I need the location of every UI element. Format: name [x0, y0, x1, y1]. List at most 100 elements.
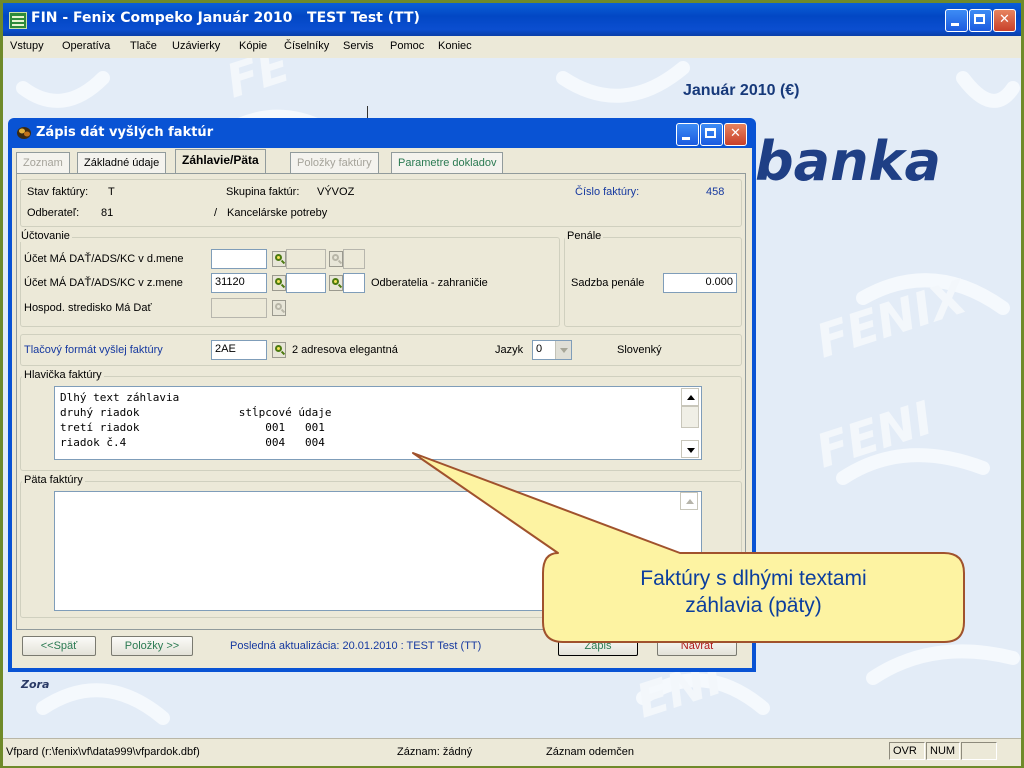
lookup-icon	[272, 251, 286, 267]
lookup-icon	[272, 275, 286, 291]
status-bar: Vfpard (r:\fenix\vf\data999\vfpardok.dbf…	[3, 738, 1021, 766]
ucet-dmena-input[interactable]	[211, 249, 267, 269]
header-line-1: Dlhý text záhlavia	[60, 391, 180, 404]
ucet-dmena-lookup[interactable]	[272, 251, 286, 267]
print-format-lookup[interactable]	[272, 342, 286, 358]
menu-kopie[interactable]: Kópie	[239, 40, 267, 52]
cislo-value: 458	[706, 186, 725, 198]
odberatel-label: Odberateľ:	[27, 207, 80, 219]
header-text-group: Hlavička faktúry Dlhý text záhlavia druh…	[20, 369, 742, 471]
minimize-button[interactable]	[945, 9, 968, 32]
dialog-title-bar[interactable]: Zápis dát vyšlých faktúr ✕	[8, 118, 756, 148]
app-icon	[9, 12, 27, 29]
menu-pomoc[interactable]: Pomoc	[390, 40, 424, 52]
jazyk-select[interactable]: 0	[532, 340, 572, 360]
header-line-4: riadok č.4 004 004	[60, 436, 325, 449]
uctovanie-group: Účtovanie Účet MÁ DAŤ/ADS/KC v d.mene Úč…	[19, 230, 560, 327]
scroll-down-icon[interactable]	[681, 440, 699, 458]
jazyk-name: Slovenký	[617, 344, 662, 356]
menu-uzavierky[interactable]: Uzávierky	[172, 40, 220, 52]
menu-ciselniky[interactable]: Číselníky	[284, 40, 329, 52]
save-button[interactable]: Zápis	[558, 636, 638, 656]
status-num: NUM	[926, 742, 960, 760]
maximize-icon	[705, 128, 716, 138]
menu-koniec[interactable]: Koniec	[438, 40, 472, 52]
close-icon: ✕	[999, 12, 1010, 27]
menu-tlace[interactable]: Tlače	[130, 40, 157, 52]
skupina-label: Skupina faktúr:	[226, 186, 300, 198]
tab-parametre-dokladov[interactable]: Parametre dokladov	[391, 152, 504, 173]
screen: FIN - Fenix Compeko Január 2010 TEST Tes…	[0, 0, 1024, 768]
dialog-minimize-button[interactable]	[676, 123, 699, 146]
close-button[interactable]: ✕	[993, 9, 1016, 32]
minimize-icon	[682, 137, 690, 140]
close-icon: ✕	[730, 126, 741, 141]
lookup-icon	[329, 251, 343, 267]
jazyk-value: 0	[536, 343, 543, 355]
invoice-info-group: Stav faktúry: T Skupina faktúr: VÝVOZ Čí…	[20, 179, 742, 227]
skupina-value: VÝVOZ	[317, 186, 355, 198]
ucet-zmena-ads-lookup[interactable]	[329, 275, 343, 291]
items-button[interactable]: Položky >>	[111, 636, 193, 656]
print-format-group: Tlačový formát vyšlej faktúry 2AE 2 adre…	[20, 334, 742, 366]
print-format-desc: 2 adresova elegantná	[292, 344, 398, 356]
callout-text: Faktúry s dlhými textami záhlavia (päty)	[545, 565, 962, 619]
menu-operativa[interactable]: Operatíva	[62, 40, 110, 52]
ucet-zmena-kc-input[interactable]	[343, 273, 365, 293]
back-button[interactable]: <<Späť	[22, 636, 96, 656]
hospod-stredisko-lookup	[272, 300, 286, 316]
jazyk-label: Jazyk	[495, 344, 524, 356]
scroll-thumb[interactable]	[681, 406, 699, 428]
hospod-stredisko-input	[211, 298, 267, 318]
brand-banka: banka	[755, 130, 941, 193]
ucet-dmena-kc-input	[343, 249, 365, 269]
return-button[interactable]: Návrat	[657, 636, 737, 656]
odberatel-value: 81	[101, 207, 114, 219]
maximize-icon	[974, 14, 985, 24]
lookup-icon	[329, 275, 343, 291]
ucet-zmena-desc: Odberatelia - zahraničie	[371, 277, 488, 289]
tab-panel: Stav faktúry: T Skupina faktúr: VÝVOZ Čí…	[16, 173, 746, 630]
zora-logo: Zora	[21, 678, 50, 691]
header-scrollbar[interactable]	[681, 388, 699, 458]
ucet-zmena-ads-input[interactable]	[286, 273, 326, 293]
footer-text-title: Päta faktúry	[22, 474, 85, 486]
maximize-button[interactable]	[969, 9, 992, 32]
print-format-label: Tlačový formát vyšlej faktúry	[24, 344, 163, 356]
status-record: Záznam: žádný	[397, 746, 473, 758]
svg-text:FE: FE	[220, 58, 296, 108]
hospod-stredisko-label: Hospod. stredisko Má Dať	[24, 302, 152, 314]
uctovanie-title: Účtovanie	[19, 230, 72, 242]
dialog-close-button[interactable]: ✕	[724, 123, 747, 146]
ucet-zmena-lookup[interactable]	[272, 275, 286, 291]
ucet-zmena-input[interactable]: 31120	[211, 273, 267, 293]
ucet-dmena-label: Účet MÁ DAŤ/ADS/KC v d.mene	[24, 253, 184, 265]
lookup-icon	[272, 342, 286, 358]
status-lock: Záznam odemčen	[546, 746, 635, 758]
status-file: Vfpard (r:\fenix\vf\data999\vfpardok.dbf…	[6, 746, 200, 758]
menu-servis[interactable]: Servis	[343, 40, 374, 52]
status-empty-panel	[961, 742, 997, 760]
sadzba-penale-input[interactable]: 0.000	[663, 273, 737, 293]
callout-line-2: záhlavia (päty)	[685, 594, 822, 617]
menu-vstupy[interactable]: Vstupy	[10, 40, 44, 52]
menu-bar: Vstupy Operatíva Tlače Uzávierky Kópie Č…	[3, 36, 1021, 58]
scroll-up-icon[interactable]	[681, 388, 699, 406]
main-title: FIN - Fenix Compeko Január 2010 TEST Tes…	[31, 10, 420, 26]
scroll-up-icon[interactable]	[680, 492, 698, 510]
tab-zoznam[interactable]: Zoznam	[16, 152, 70, 173]
print-format-input[interactable]: 2AE	[211, 340, 267, 360]
minimize-icon	[951, 23, 959, 26]
ucet-dmena-ads-lookup	[329, 251, 343, 267]
tab-zakladne-udaje[interactable]: Základné údaje	[77, 152, 167, 173]
header-text-area[interactable]: Dlhý text záhlavia druhý riadok stĺpcové…	[54, 386, 702, 460]
tab-zahlavie-pata[interactable]: Záhlavie/Päta	[175, 149, 266, 174]
dialog-maximize-button[interactable]	[700, 123, 723, 146]
stav-label: Stav faktúry:	[27, 186, 89, 198]
last-update-text: Posledná aktualizácia: 20.01.2010 : TEST…	[230, 640, 482, 652]
chevron-down-icon	[555, 341, 571, 359]
dialog-app-icon	[17, 127, 31, 139]
main-title-bar[interactable]: FIN - Fenix Compeko Január 2010 TEST Tes…	[3, 3, 1021, 36]
header-line-3: tretí riadok 001 001	[60, 421, 325, 434]
tab-polozky-faktury[interactable]: Položky faktúry	[290, 152, 379, 173]
